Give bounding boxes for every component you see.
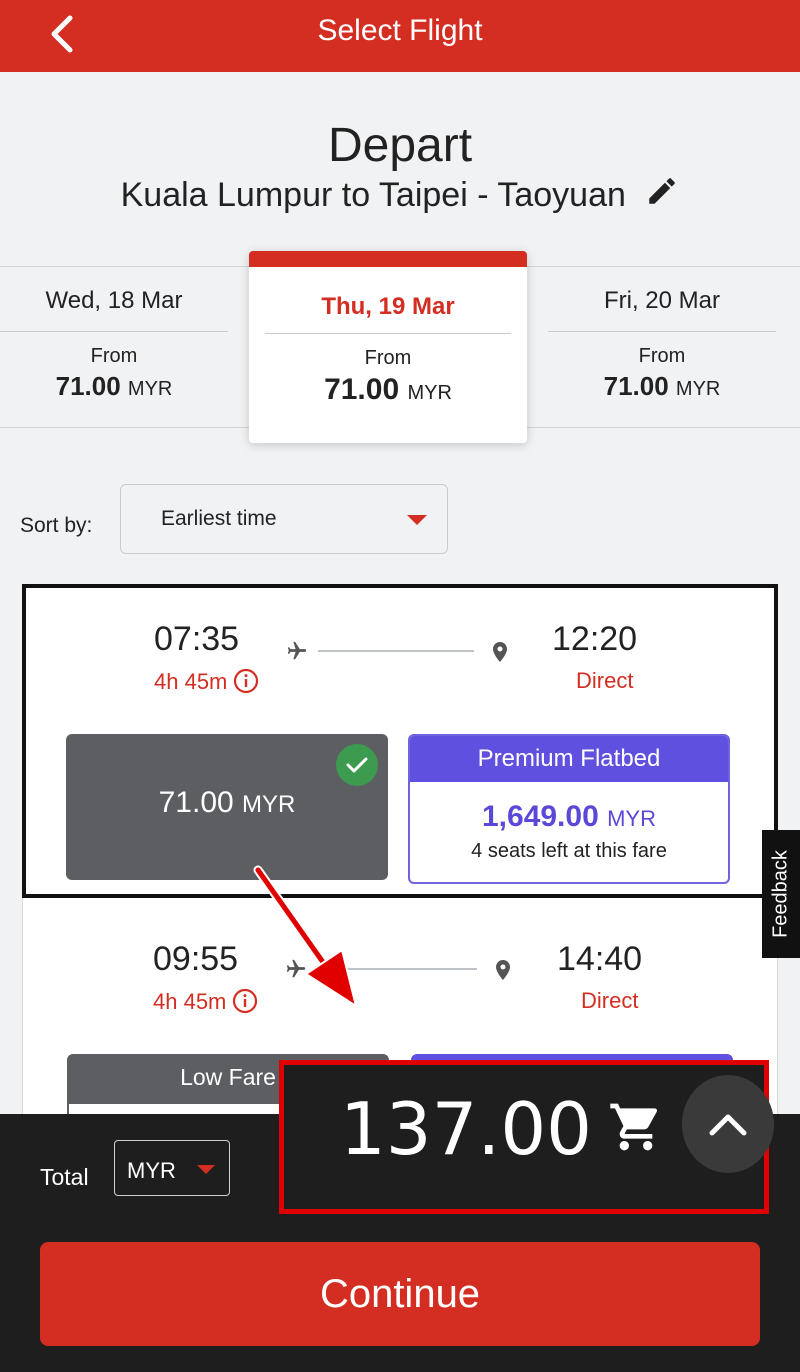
date-label: Thu, 19 Mar bbox=[321, 293, 455, 320]
currency-label: MYR bbox=[675, 378, 721, 400]
sort-value: Earliest time bbox=[161, 507, 277, 530]
expand-summary-button[interactable] bbox=[682, 1075, 774, 1173]
fare-price: 71.00 MYR bbox=[66, 786, 388, 820]
from-label: From bbox=[638, 345, 686, 367]
divider bbox=[265, 333, 511, 334]
date-price: 71.00 MYR bbox=[249, 373, 527, 407]
date-option-selected[interactable]: Thu, 19 Mar From 71.00 MYR bbox=[249, 251, 527, 443]
arrival-time: 12:20 bbox=[552, 620, 638, 658]
fare-option-selected[interactable]: 71.00 MYR bbox=[66, 734, 388, 880]
duration-value: 4h 45m bbox=[153, 989, 227, 1014]
price-value: 71.00 bbox=[603, 371, 669, 401]
total-price-highlight: 137.00 bbox=[279, 1060, 774, 1214]
flight-card[interactable]: 07:35 4h 45m 12:20 Direct 71.00 MYR Prem… bbox=[22, 584, 778, 898]
currency-label: MYR bbox=[607, 806, 656, 831]
date-price: 71.00 MYR bbox=[548, 371, 776, 402]
divider bbox=[0, 331, 228, 332]
plane-icon bbox=[287, 641, 307, 660]
price-value: 71.00 bbox=[55, 371, 121, 401]
fare-option-premium-flatbed[interactable]: Premium Flatbed 1,649.00 MYR 4 seats lef… bbox=[408, 734, 730, 884]
sort-dropdown[interactable]: Earliest time bbox=[120, 484, 448, 554]
check-icon bbox=[336, 744, 378, 786]
fare-title: Premium Flatbed bbox=[410, 736, 728, 782]
route-row: Kuala Lumpur to Taipei - Taoyuan bbox=[0, 174, 800, 215]
feedback-tab[interactable]: Feedback bbox=[762, 830, 800, 958]
chevron-up-icon bbox=[709, 1114, 747, 1136]
flight-duration: 4h 45m bbox=[153, 988, 258, 1015]
feedback-label: Feedback bbox=[769, 850, 792, 938]
price-value: 1,649.00 bbox=[481, 800, 599, 833]
fare-price: 1,649.00 MYR bbox=[410, 800, 728, 834]
cart-icon[interactable] bbox=[606, 1099, 666, 1155]
date-label: Fri, 20 Mar bbox=[603, 287, 720, 314]
currency-label: MYR bbox=[407, 382, 452, 404]
flight-duration: 4h 45m bbox=[154, 668, 259, 695]
total-label: Total bbox=[40, 1164, 89, 1190]
pencil-icon[interactable] bbox=[645, 174, 679, 208]
caret-down-icon bbox=[407, 515, 427, 525]
total-amount: 137.00 bbox=[340, 1087, 592, 1171]
date-price: 71.00 MYR bbox=[0, 371, 228, 402]
sort-label: Sort by: bbox=[20, 514, 93, 537]
route-label: Kuala Lumpur to Taipei - Taoyuan bbox=[120, 176, 626, 214]
stops-label: Direct bbox=[581, 988, 639, 1013]
price-value: 71.00 bbox=[158, 786, 234, 819]
continue-button[interactable]: Continue bbox=[40, 1242, 760, 1346]
arrival-time: 14:40 bbox=[557, 940, 643, 978]
stops-label: Direct bbox=[576, 668, 634, 693]
divider bbox=[548, 331, 776, 332]
currency-label: MYR bbox=[242, 791, 296, 818]
seats-left-note: 4 seats left at this fare bbox=[471, 840, 667, 862]
date-option-next[interactable]: Fri, 20 Mar From 71.00 MYR bbox=[548, 267, 776, 427]
from-label: From bbox=[364, 347, 412, 369]
date-option-prev[interactable]: Wed, 18 Mar From 71.00 MYR bbox=[0, 267, 228, 427]
app-header: Select Flight bbox=[0, 0, 800, 72]
location-pin-icon bbox=[493, 642, 507, 662]
route-line bbox=[317, 968, 477, 970]
plane-icon bbox=[286, 959, 306, 978]
info-icon[interactable] bbox=[232, 988, 258, 1014]
currency-value: MYR bbox=[127, 1158, 176, 1183]
depart-time: 07:35 bbox=[154, 620, 240, 658]
currency-dropdown[interactable]: MYR bbox=[114, 1140, 230, 1196]
duration-value: 4h 45m bbox=[154, 669, 228, 694]
journey-direction: Depart bbox=[327, 119, 473, 172]
location-pin-icon bbox=[496, 960, 510, 980]
caret-down-icon bbox=[197, 1165, 215, 1174]
date-label: Wed, 18 Mar bbox=[45, 287, 183, 314]
price-value: 71.00 bbox=[324, 373, 400, 406]
route-line bbox=[318, 650, 474, 652]
from-label: From bbox=[90, 345, 138, 367]
currency-label: MYR bbox=[127, 378, 173, 400]
page-title: Select Flight bbox=[317, 14, 483, 47]
info-icon[interactable] bbox=[233, 668, 259, 694]
selected-indicator bbox=[249, 251, 527, 267]
depart-time: 09:55 bbox=[153, 940, 239, 978]
